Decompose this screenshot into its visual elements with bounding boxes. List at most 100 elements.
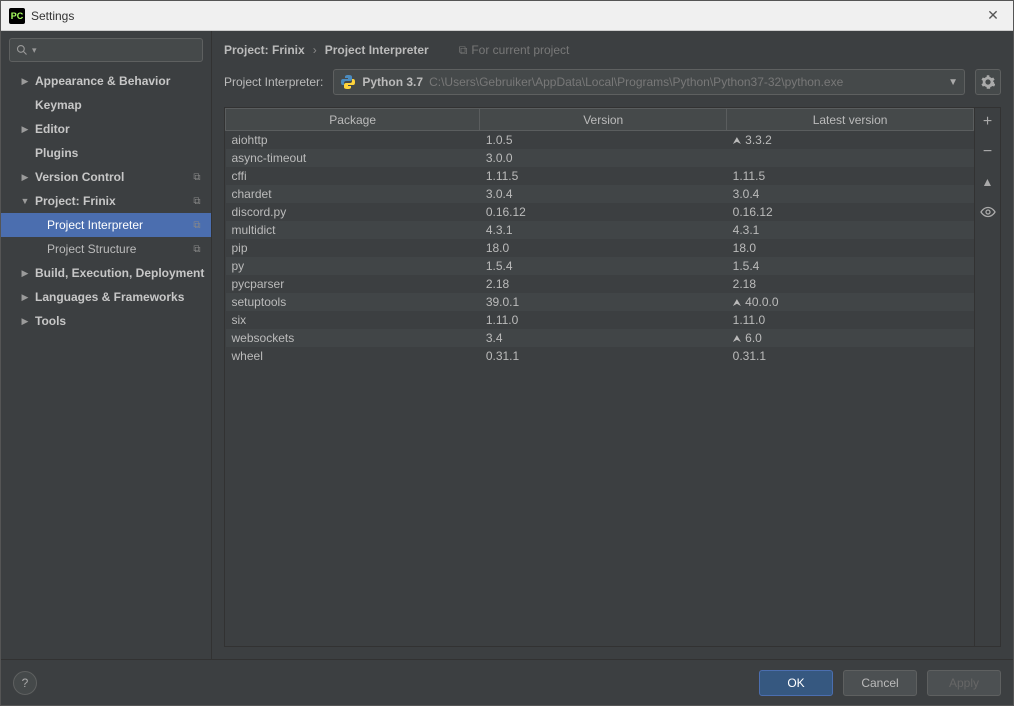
search-dropdown-icon[interactable]: ▾	[32, 45, 37, 56]
package-version: 3.4	[480, 329, 727, 347]
remove-package-button[interactable]: −	[978, 142, 998, 162]
breadcrumb: Project: Frinix › Project Interpreter ⧉ …	[212, 31, 1013, 69]
package-latest: ⮝40.0.0	[727, 293, 974, 311]
sidebar-item-editor[interactable]: ▶ Editor	[1, 117, 211, 141]
upgrade-package-button[interactable]: ▲	[978, 172, 998, 192]
chevron-right-icon: ▶	[19, 172, 31, 183]
packages-table: Package Version Latest version aiohttp1.…	[225, 108, 974, 646]
copy-icon: ⧉	[459, 43, 468, 58]
python-icon	[340, 74, 356, 90]
table-row[interactable]: aiohttp1.0.5⮝3.3.2	[226, 131, 974, 149]
package-name: six	[226, 311, 480, 329]
package-latest: 0.31.1	[727, 347, 974, 365]
settings-main: Project: Frinix › Project Interpreter ⧉ …	[212, 31, 1013, 659]
add-package-button[interactable]: +	[978, 112, 998, 132]
package-latest: 1.11.0	[727, 311, 974, 329]
settings-sidebar: ▾ ▶Appearance & Behavior▶Keymap▶Editor▶P…	[1, 31, 212, 659]
table-row[interactable]: pip18.018.0	[226, 239, 974, 257]
show-early-releases-button[interactable]	[978, 202, 998, 222]
sidebar-item-label: Tools	[35, 314, 211, 328]
packages-toolbar: + − ▲	[974, 108, 1000, 646]
chevron-down-icon: ▼	[19, 196, 31, 206]
upgrade-available-icon: ⮝	[733, 334, 742, 345]
chevron-right-icon: ▶	[19, 316, 31, 327]
sidebar-item-tools[interactable]: ▶ Tools	[1, 309, 211, 333]
help-button[interactable]: ?	[13, 671, 37, 695]
sidebar-item-label: Keymap	[35, 98, 211, 112]
chevron-right-icon: ▶	[19, 76, 31, 87]
col-package[interactable]: Package	[226, 109, 480, 131]
table-row[interactable]: pycparser2.182.18	[226, 275, 974, 293]
sidebar-item-appearance-behavior[interactable]: ▶Appearance & Behavior	[1, 69, 211, 93]
ok-button[interactable]: OK	[759, 670, 833, 696]
table-row[interactable]: six1.11.01.11.0	[226, 311, 974, 329]
package-latest: ⮝6.0	[727, 329, 974, 347]
table-row[interactable]: chardet3.0.43.0.4	[226, 185, 974, 203]
close-icon[interactable]: ✕	[981, 7, 1005, 24]
table-row[interactable]: py1.5.41.5.4	[226, 257, 974, 275]
package-latest: 4.3.1	[727, 221, 974, 239]
search-input[interactable]: ▾	[9, 38, 203, 62]
table-row[interactable]: cffi1.11.51.11.5	[226, 167, 974, 185]
sidebar-item-label: Project: Frinix	[35, 194, 189, 208]
cancel-button[interactable]: Cancel	[843, 670, 917, 696]
sidebar-item-build-execution-deployment[interactable]: ▶Build, Execution, Deployment	[1, 261, 211, 285]
interpreter-name: Python 3.7	[362, 75, 423, 89]
chevron-right-icon: ›	[313, 43, 317, 57]
package-name: multidict	[226, 221, 480, 239]
package-name: setuptools	[226, 293, 480, 311]
sidebar-item-label: Editor	[35, 122, 211, 136]
interpreter-settings-button[interactable]	[975, 69, 1001, 95]
package-version: 1.11.5	[480, 167, 727, 185]
package-latest	[727, 149, 974, 167]
scope-hint: ⧉ For current project	[459, 43, 570, 58]
sidebar-item-plugins[interactable]: ▶Plugins	[1, 141, 211, 165]
sidebar-item-project-frinix[interactable]: ▼ Project: Frinix⧉	[1, 189, 211, 213]
chevron-right-icon: ▶	[19, 292, 31, 303]
package-name: wheel	[226, 347, 480, 365]
table-row[interactable]: async-timeout3.0.0	[226, 149, 974, 167]
per-project-icon: ⧉	[189, 172, 205, 183]
sidebar-item-project-interpreter[interactable]: Project Interpreter⧉	[1, 213, 211, 237]
package-version: 1.0.5	[480, 131, 727, 149]
table-row[interactable]: setuptools39.0.1⮝40.0.0	[226, 293, 974, 311]
upgrade-available-icon: ⮝	[733, 136, 742, 147]
eye-icon	[980, 204, 996, 220]
chevron-right-icon: ▶	[19, 268, 31, 279]
breadcrumb-leaf: Project Interpreter	[325, 43, 429, 57]
package-version: 18.0	[480, 239, 727, 257]
sidebar-item-label: Project Structure	[47, 242, 189, 256]
chevron-down-icon: ▼	[948, 77, 958, 88]
per-project-icon: ⧉	[189, 220, 205, 231]
apply-button: Apply	[927, 670, 1001, 696]
interpreter-select[interactable]: Python 3.7 C:\Users\Gebruiker\AppData\Lo…	[333, 69, 965, 95]
package-latest: 18.0	[727, 239, 974, 257]
chevron-right-icon: ▶	[19, 124, 31, 135]
col-latest[interactable]: Latest version	[727, 109, 974, 131]
package-name: pip	[226, 239, 480, 257]
sidebar-item-label: Plugins	[35, 146, 211, 160]
per-project-icon: ⧉	[189, 196, 205, 207]
table-row[interactable]: multidict4.3.14.3.1	[226, 221, 974, 239]
sidebar-item-version-control[interactable]: ▶Version Control⧉	[1, 165, 211, 189]
table-row[interactable]: websockets3.4⮝6.0	[226, 329, 974, 347]
package-latest: 2.18	[727, 275, 974, 293]
table-row[interactable]: wheel0.31.10.31.1	[226, 347, 974, 365]
package-name: websockets	[226, 329, 480, 347]
package-name: async-timeout	[226, 149, 480, 167]
sidebar-item-project-structure[interactable]: Project Structure⧉	[1, 237, 211, 261]
package-version: 2.18	[480, 275, 727, 293]
sidebar-item-label: Languages & Frameworks	[35, 290, 211, 304]
package-version: 39.0.1	[480, 293, 727, 311]
package-name: chardet	[226, 185, 480, 203]
package-latest: 1.11.5	[727, 167, 974, 185]
breadcrumb-root: Project: Frinix	[224, 43, 305, 57]
table-row[interactable]: discord.py0.16.120.16.12	[226, 203, 974, 221]
col-version[interactable]: Version	[480, 109, 727, 131]
package-name: py	[226, 257, 480, 275]
package-name: aiohttp	[226, 131, 480, 149]
settings-tree: ▶Appearance & Behavior▶Keymap▶Editor▶Plu…	[1, 69, 211, 659]
package-name: pycparser	[226, 275, 480, 293]
sidebar-item-languages-frameworks[interactable]: ▶ Languages & Frameworks	[1, 285, 211, 309]
sidebar-item-keymap[interactable]: ▶Keymap	[1, 93, 211, 117]
